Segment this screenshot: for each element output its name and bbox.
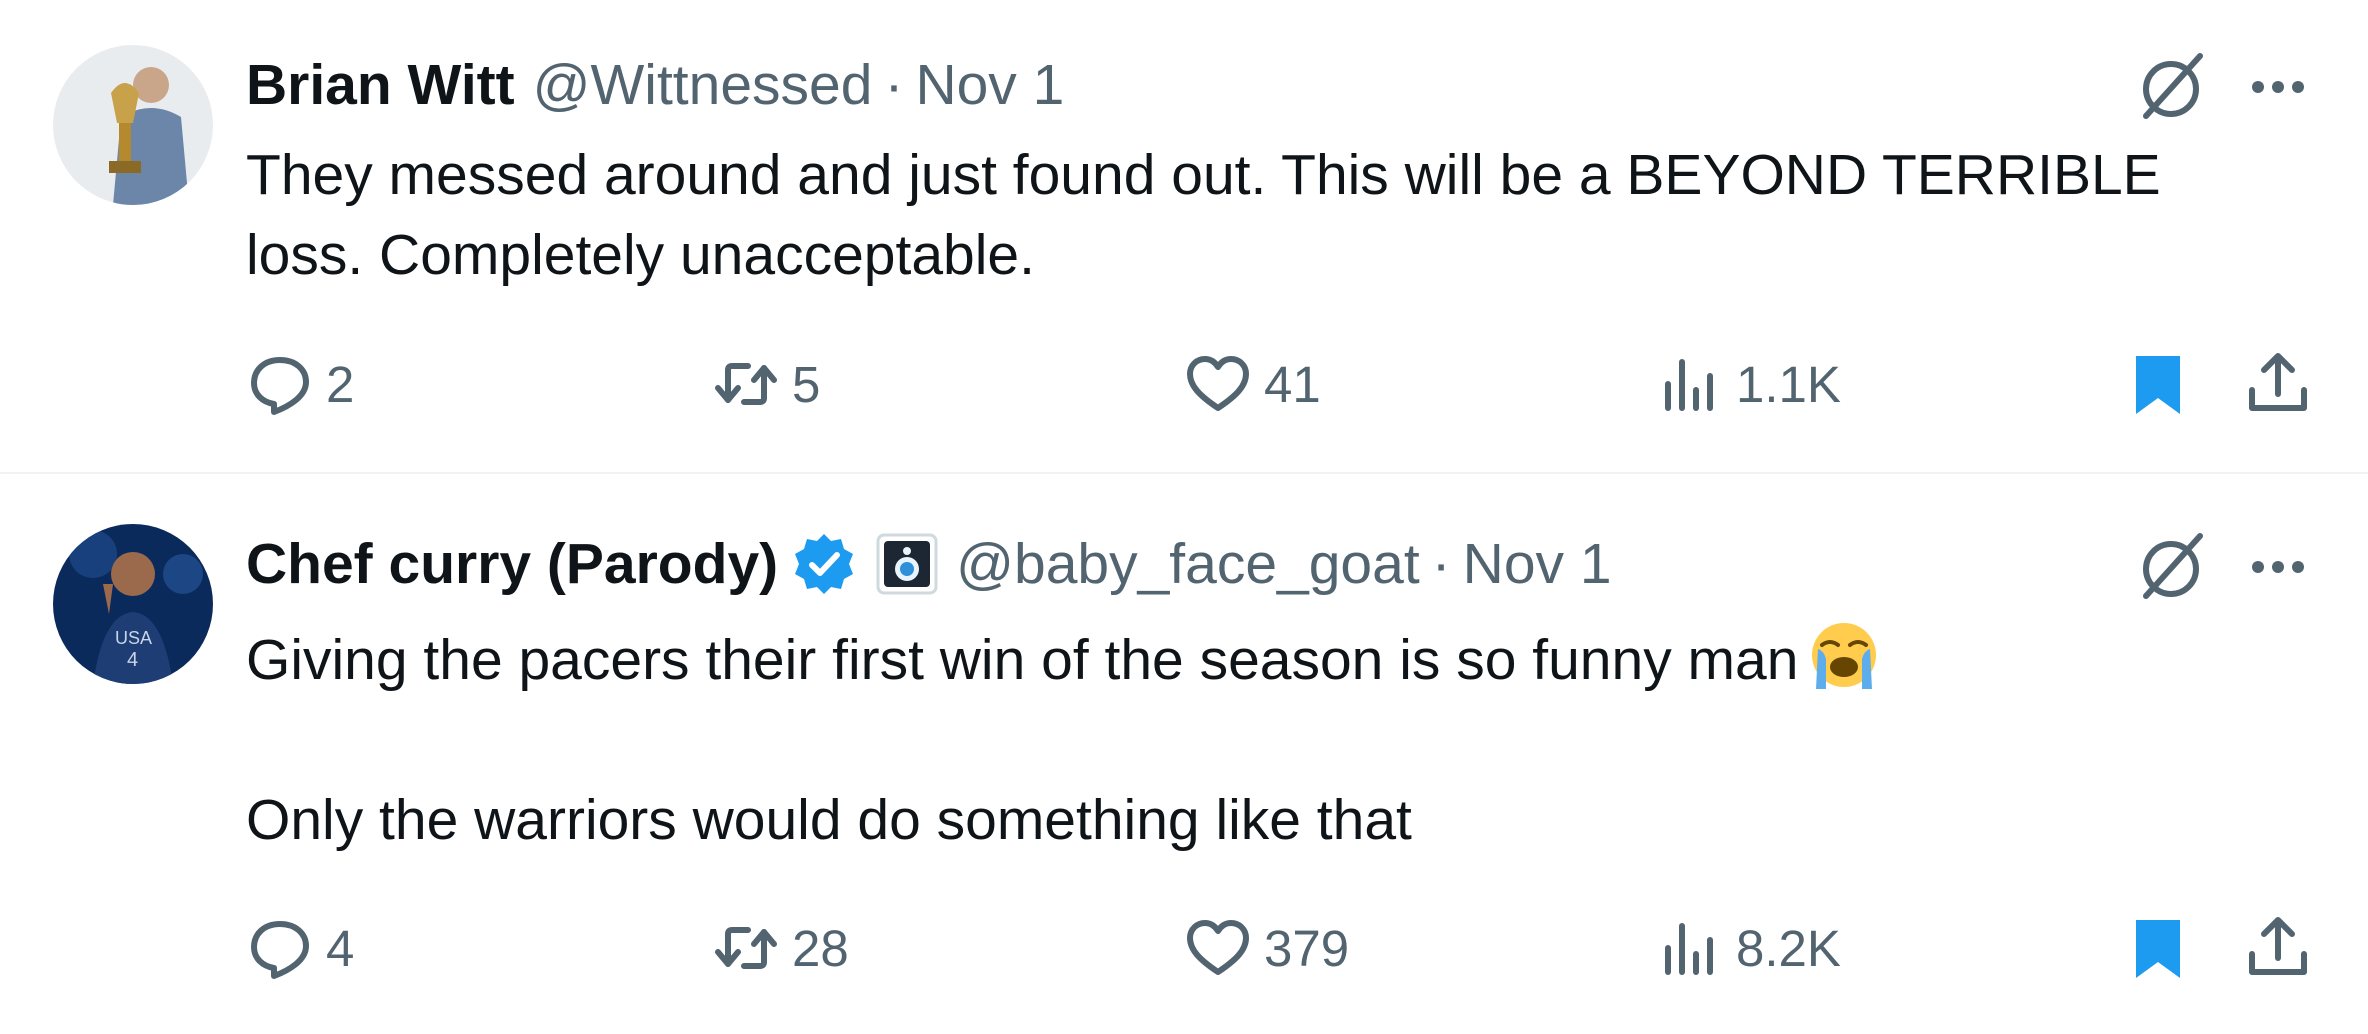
bookmark-button[interactable] — [2124, 350, 2192, 418]
like-button[interactable]: 379 — [1184, 914, 1349, 982]
like-count: 379 — [1264, 919, 1350, 977]
like-icon — [1187, 356, 1249, 411]
tweet-header: Brian Witt @Wittnessed · Nov 1 — [246, 45, 1064, 125]
bookmark-button[interactable] — [2124, 914, 2192, 982]
separator: · — [1431, 532, 1451, 596]
tweet[interactable]: Brian Witt @Wittnessed · Nov 1 They mess… — [0, 0, 2368, 474]
display-name[interactable]: Chef curry (Parody) — [246, 531, 778, 597]
share-icon — [2249, 353, 2307, 411]
reply-button[interactable]: 4 — [246, 914, 354, 982]
repost-count: 28 — [792, 919, 849, 977]
reply-count: 2 — [326, 355, 355, 413]
tweet-text: They messed around and just found out. T… — [246, 135, 2286, 295]
like-icon — [1187, 920, 1249, 975]
repost-icon — [715, 927, 777, 969]
tweet-paragraph-text: Giving the pacers their first win of the… — [246, 628, 1799, 692]
repost-button[interactable]: 28 — [712, 914, 849, 982]
loudly-crying-face-icon — [1812, 623, 1877, 689]
tweet[interactable]: USA 4 Chef curry (Parody) @baby_face_goa… — [0, 474, 2368, 1034]
bookmark-icon — [2136, 356, 2180, 414]
repost-icon — [715, 363, 777, 405]
tweet-header: Chef curry (Parody) @baby_face_goat · No… — [246, 524, 1612, 604]
reply-icon — [251, 357, 309, 415]
repost-button[interactable]: 5 — [712, 350, 820, 418]
like-count: 41 — [1264, 355, 1321, 413]
tweet-text: Giving the pacers their first win of the… — [246, 619, 2286, 860]
separator: · — [884, 53, 904, 117]
repost-count: 5 — [792, 355, 821, 413]
verified-badge-icon[interactable] — [792, 532, 856, 596]
grok-icon[interactable] — [2134, 530, 2208, 604]
reply-icon — [251, 921, 309, 979]
avatar-image — [53, 45, 213, 205]
views-button[interactable]: 1.1K — [1656, 350, 1841, 418]
views-icon — [1665, 923, 1713, 975]
tweet-paragraph: Only the warriors would do something lik… — [246, 788, 1412, 852]
share-button[interactable] — [2244, 350, 2312, 418]
like-button[interactable]: 41 — [1184, 350, 1321, 418]
svg-text:USA: USA — [115, 628, 152, 648]
affiliate-badge-icon[interactable] — [876, 533, 938, 595]
avatar[interactable] — [53, 45, 213, 205]
more-icon[interactable] — [2248, 537, 2308, 597]
bookmark-icon — [2136, 920, 2180, 978]
display-name[interactable]: Brian Witt — [246, 52, 515, 118]
avatar[interactable]: USA 4 — [53, 524, 213, 684]
grok-icon[interactable] — [2134, 50, 2208, 124]
tweet-paragraph: They messed around and just found out. T… — [246, 143, 2161, 287]
user-handle[interactable]: @baby_face_goat — [956, 531, 1420, 597]
avatar-image: USA 4 — [53, 524, 213, 684]
views-icon — [1665, 359, 1713, 411]
tweet-date[interactable]: Nov 1 — [915, 52, 1064, 118]
more-icon[interactable] — [2248, 57, 2308, 117]
views-count: 1.1K — [1736, 355, 1841, 413]
svg-text:4: 4 — [127, 649, 138, 671]
views-button[interactable]: 8.2K — [1656, 914, 1841, 982]
views-count: 8.2K — [1736, 919, 1841, 977]
share-icon — [2249, 917, 2307, 975]
reply-button[interactable]: 2 — [246, 350, 354, 418]
tweet-date[interactable]: Nov 1 — [1463, 531, 1612, 597]
user-handle[interactable]: @Wittnessed — [533, 52, 873, 118]
reply-count: 4 — [326, 919, 355, 977]
share-button[interactable] — [2244, 914, 2312, 982]
tweet-paragraph: Giving the pacers their first win of the… — [246, 619, 2286, 700]
